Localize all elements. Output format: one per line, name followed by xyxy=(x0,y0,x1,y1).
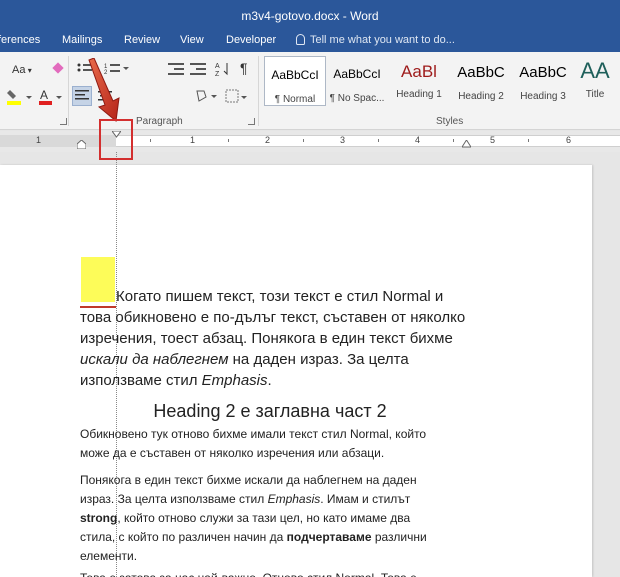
normal-line-5-start: използваме стил xyxy=(80,372,202,389)
hanging-indent-marker[interactable] xyxy=(77,140,86,149)
emphasis-text: Emphasis xyxy=(267,492,321,506)
ruler-number: 5 xyxy=(490,135,496,145)
style-sample: AaBbCcI xyxy=(333,67,381,81)
ribbon-divider xyxy=(258,56,259,126)
ruler-number: 4 xyxy=(415,135,421,145)
emphasis-text: искали да наблегнем xyxy=(80,351,229,368)
style-sample: AaBbC xyxy=(519,64,567,81)
style-heading-1[interactable]: AaBl Heading 1 xyxy=(388,56,450,106)
heading-2: Heading 2 е заглавна част 2 xyxy=(153,401,387,421)
ribbon-divider xyxy=(68,56,69,126)
ruler-number: 2 xyxy=(265,135,271,145)
title-bar: m3v4-gotovo.docx - Word xyxy=(0,0,620,30)
style-name: ¶ No Spac... xyxy=(329,93,385,104)
tell-me-text: Tell me what you want to do... xyxy=(310,34,455,46)
ruler-number: 6 xyxy=(566,135,572,145)
body-2-line-3-rest: , който отново служи за тази цел, но кат… xyxy=(117,511,411,525)
tab-review[interactable]: Review xyxy=(124,34,160,46)
ruler-tick xyxy=(453,139,454,142)
tab-view[interactable]: View xyxy=(180,34,204,46)
style-normal[interactable]: AaBbCcI ¶ Normal xyxy=(264,56,326,106)
normal-line-5: използваме стил Emphasis. xyxy=(80,370,480,391)
normal-line-4-rest: на даден израз. За целта xyxy=(228,351,409,368)
emphasis-text: Emphasis xyxy=(201,372,268,389)
ribbon-tabs: ferences Mailings Review View Developer … xyxy=(0,30,620,52)
body-2-line-5: елементи. xyxy=(80,549,138,563)
svg-text:A: A xyxy=(215,63,220,70)
svg-text:A: A xyxy=(40,88,48,102)
strong-text: strong xyxy=(80,511,118,525)
style-name: Heading 3 xyxy=(520,91,566,102)
font-color-button[interactable]: A xyxy=(38,88,64,106)
ruler-tick xyxy=(378,139,379,142)
body-1-line-1: Обикновено тук отново бихме имали текст … xyxy=(80,427,427,441)
style-sample: AA xyxy=(580,58,610,83)
ruler-number: 3 xyxy=(340,135,346,145)
body-2-line-2-start: израз. За целта използваме стил xyxy=(80,492,268,506)
style-name: ¶ Normal xyxy=(274,94,316,105)
clear-formatting-icon[interactable] xyxy=(52,62,66,76)
body-2-line-3: strong, който отново служи за тази цел, … xyxy=(80,509,480,528)
right-indent-marker[interactable] xyxy=(462,140,471,148)
styles-group-label: Styles xyxy=(436,116,464,127)
paragraph-group-label: Paragraph xyxy=(136,116,183,127)
annotation-highlight-box xyxy=(99,119,133,160)
styles-gallery: AaBbCcI ¶ Normal AaBbCcI ¶ No Spac... Aa… xyxy=(262,56,620,114)
tab-references[interactable]: ferences xyxy=(0,34,40,46)
borders-icon[interactable] xyxy=(224,88,248,106)
decrease-indent-icon[interactable] xyxy=(168,62,184,76)
style-heading-3[interactable]: AaBbC Heading 3 xyxy=(512,56,574,106)
style-sample: AaBl xyxy=(401,62,437,81)
change-case-button[interactable]: Aa ▾ xyxy=(12,64,32,76)
tab-developer[interactable]: Developer xyxy=(226,34,276,46)
style-heading-2[interactable]: AaBbC Heading 2 xyxy=(450,56,512,106)
style-title[interactable]: AA Title xyxy=(570,56,620,106)
font-dialog-launcher[interactable] xyxy=(60,118,67,125)
lightbulb-icon xyxy=(296,34,305,45)
body-2-line-4: стила, с който по различен начин да подч… xyxy=(80,528,480,547)
increase-indent-icon[interactable] xyxy=(190,62,206,76)
annotation-arrow-icon xyxy=(88,58,120,122)
body-1-line-2: може да е съставен от няколко изречения … xyxy=(80,446,385,460)
ruler-tick xyxy=(150,139,151,142)
highlight-color-button[interactable] xyxy=(6,88,34,106)
normal-line-2: това обикновено е по-дълъг текст, състав… xyxy=(80,309,466,326)
svg-text:Z: Z xyxy=(215,71,220,77)
style-name: Heading 1 xyxy=(396,89,442,100)
ruler-tick xyxy=(303,139,304,142)
body-2-line-4-start: стила, с който по различен начин да xyxy=(80,530,287,544)
window-title: m3v4-gotovo.docx - Word xyxy=(241,9,379,23)
change-case-label: Aa xyxy=(12,64,26,76)
style-no-spacing[interactable]: AaBbCcI ¶ No Spac... xyxy=(326,56,388,106)
tab-mailings[interactable]: Mailings xyxy=(62,34,102,46)
sort-icon[interactable]: A Z xyxy=(215,61,231,77)
normal-line-5-end: . xyxy=(267,372,272,389)
paragraph-dialog-launcher[interactable] xyxy=(248,118,255,125)
normal-line-1: Когато пишем текст, този текст е стил No… xyxy=(116,288,444,305)
style-sample: AaBbC xyxy=(457,64,505,81)
show-formatting-marks-icon[interactable]: ¶ xyxy=(240,60,248,76)
normal-line-3: изречения, тоест абзац. Понякога в един … xyxy=(80,330,453,347)
ruler-number: 1 xyxy=(190,135,196,145)
body-3-partial: Това е затова за нас най-важно. Отново с… xyxy=(80,569,480,577)
style-name: Heading 2 xyxy=(458,91,504,102)
shading-icon[interactable] xyxy=(194,87,218,105)
tell-me-box[interactable]: Tell me what you want to do... xyxy=(296,34,455,46)
body-2-line-2: израз. За целта използваме стил Emphasis… xyxy=(80,490,480,509)
horizontal-ruler[interactable]: 1 1 2 3 4 5 6 xyxy=(0,131,620,152)
style-name: Title xyxy=(585,89,605,100)
body-2-line-4-end: различни xyxy=(371,530,427,544)
normal-line-4: искали да наблегнем на даден израз. За ц… xyxy=(80,349,480,370)
body-2-line-2-end: . Имам и стилът xyxy=(320,492,411,506)
ruler-tick xyxy=(228,139,229,142)
strong-text: подчертаваме xyxy=(286,530,372,544)
body-2-line-1: Понякога в един текст бихме искали да на… xyxy=(80,473,417,487)
ruler-number: 1 xyxy=(36,135,42,145)
style-sample: AaBbCcI xyxy=(271,68,319,82)
ruler-tick xyxy=(528,139,529,142)
